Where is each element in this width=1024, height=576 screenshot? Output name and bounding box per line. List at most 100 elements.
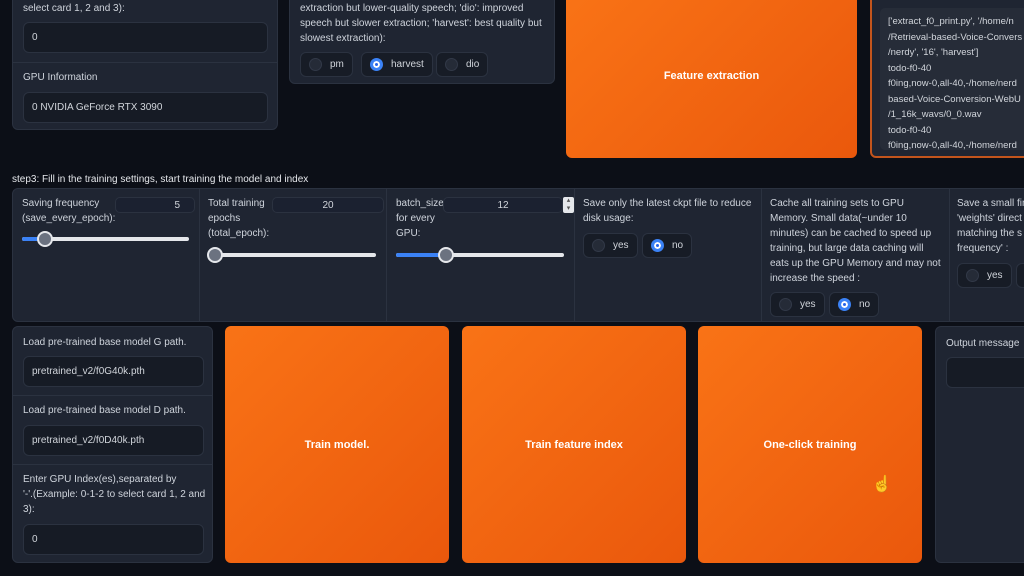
radio-dot	[779, 298, 792, 311]
output-line: todo-f0-40	[888, 124, 932, 136]
gpu-index-input[interactable]: 0	[23, 524, 204, 555]
output-line: f0ing,now-0,all-40,-/home/nerd	[888, 78, 1017, 89]
label-line: Total training	[208, 198, 265, 209]
radio-label: harvest	[391, 59, 424, 70]
g-path-input[interactable]: pretrained_v2/f0G40k.pth	[23, 356, 204, 387]
radio-label: no	[859, 299, 871, 310]
label-line: Memory. Small data(~under 10	[770, 213, 907, 224]
cache-gpu-no[interactable]: no	[829, 292, 880, 317]
output-line: ['extract_f0_print.py', '/home/n	[888, 16, 1014, 27]
total-epoch-setting: Total training epochs (total_epoch): 20	[200, 188, 387, 322]
label-line: disk usage:	[583, 213, 634, 224]
one-click-training-button[interactable]: One-click training	[698, 326, 922, 563]
save-frequency-input[interactable]: 5	[115, 197, 195, 213]
extract-output-text[interactable]: ['extract_f0_print.py', '/home/n /Retrie…	[880, 8, 1024, 150]
output-message-box[interactable]	[946, 357, 1024, 388]
batch-size-setting: batch_sizefor every GPU: 12 ▴ ▾	[387, 188, 575, 322]
f0-method-panel: extraction but lower-quality speech; 'di…	[289, 0, 555, 84]
step3-title: step3: Fill in the training settings, st…	[12, 174, 309, 185]
feature-extraction-button[interactable]: Feature extraction	[566, 0, 857, 158]
output-line: /nerdy', '16', 'harvest']	[888, 47, 979, 58]
label-line: Save only the latest ckpt file to reduce	[583, 198, 752, 209]
d-path-label: Load pre-trained base model D path.	[23, 405, 186, 416]
batch-size-slider[interactable]	[396, 247, 564, 263]
radio-dot	[966, 269, 979, 282]
output-line: /1_16k_wavs/0_0.wav	[888, 109, 982, 120]
extract-output-box: ['extract_f0_print.py', '/home/n /Retrie…	[870, 0, 1024, 158]
setting-label: Cache all training sets to GPU Memory. Sm…	[770, 196, 941, 286]
divider	[13, 464, 212, 465]
label-line: GPU:	[396, 228, 421, 239]
label-line: '-'.(Example: 0-1-2 to select card 1, 2 …	[23, 489, 206, 500]
setting-label: Total training epochs (total_epoch):	[208, 196, 269, 241]
radio-dio[interactable]: dio	[436, 52, 489, 77]
label-line: for every	[396, 213, 435, 224]
label-line: Enter GPU Index(es),separated by	[23, 474, 177, 485]
g-path-label: Load pre-trained base model G path.	[23, 337, 187, 348]
gpu-info-field[interactable]: 0 NVIDIA GeForce RTX 3090	[23, 92, 268, 123]
gpu-index-input[interactable]: 0	[23, 22, 268, 53]
save-frequency-slider[interactable]	[22, 231, 189, 247]
f0-desc-line: slowest extraction):	[300, 33, 386, 44]
total-epoch-slider[interactable]	[206, 247, 376, 263]
slider-thumb[interactable]	[206, 247, 223, 263]
output-line: f0ing,now-0,all-40,-/home/nerd	[888, 140, 1017, 150]
output-message-panel: Output message	[935, 326, 1024, 563]
f0-desc-line: speech but slower extraction; 'harvest':…	[300, 18, 542, 29]
output-line: todo-f0-40	[888, 62, 932, 74]
label-line: matching the s	[957, 228, 1023, 239]
setting-label: Save a small fin 'weights' direct matching…	[957, 196, 1024, 256]
slider-thumb[interactable]	[438, 247, 455, 263]
radio-label: pm	[330, 59, 344, 70]
save-latest-no[interactable]: no	[642, 233, 693, 258]
train-model-button[interactable]: Train model.	[225, 326, 449, 563]
save-latest-yes[interactable]: yes	[583, 233, 638, 258]
output-line: /Retrieval-based-Voice-Convers	[888, 31, 1023, 43]
radio-label: no	[672, 240, 684, 251]
label-line: Saving frequency	[22, 198, 100, 209]
hand-cursor-icon: ☝	[872, 476, 892, 493]
label-line: 3):	[23, 504, 35, 515]
gpu-info-label: GPU Information	[23, 72, 98, 83]
radio-label: yes	[987, 270, 1003, 281]
output-message-label: Output message	[946, 338, 1020, 349]
label-line: 'weights' direct	[957, 213, 1022, 224]
label-line: frequency' :	[957, 243, 1009, 254]
radio-pm[interactable]: pm	[300, 52, 353, 77]
cache-gpu-yes[interactable]: yes	[770, 292, 825, 317]
save-frequency-setting: Saving frequency (save_every_epoch): 5	[12, 188, 200, 322]
radio-dot	[651, 239, 664, 252]
radio-dot	[370, 58, 383, 71]
radio-dot	[838, 298, 851, 311]
label-line: eats up the GPU Memory and may not	[770, 258, 941, 269]
gpu-index-label: select card 1, 2 and 3):	[23, 3, 125, 14]
save-latest-setting: Save only the latest ckpt file to reduce…	[575, 188, 762, 322]
stepper-icon[interactable]: ▴ ▾	[563, 197, 574, 213]
f0-desc-line: extraction but lower-quality speech; 'di…	[300, 3, 524, 14]
slider-thumb[interactable]	[37, 231, 54, 247]
radio-label: dio	[466, 59, 480, 70]
total-epoch-input[interactable]: 20	[272, 197, 384, 213]
save-small-yes[interactable]: yes	[957, 263, 1012, 288]
label-line: batch_size	[396, 198, 444, 209]
cache-gpu-setting: Cache all training sets to GPU Memory. Sm…	[762, 188, 950, 322]
save-small-no[interactable]	[1016, 263, 1024, 288]
pretrained-panel: Load pre-trained base model G path. pret…	[12, 326, 213, 563]
d-path-input[interactable]: pretrained_v2/f0D40k.pth	[23, 425, 204, 456]
radio-dot	[309, 58, 322, 71]
save-small-setting: Save a small fin 'weights' direct matching…	[950, 188, 1024, 322]
label-line: training, but large data caching will	[770, 243, 924, 254]
divider	[13, 62, 277, 63]
train-feature-index-button[interactable]: Train feature index	[462, 326, 686, 563]
label-line: Save a small fin	[957, 198, 1024, 209]
setting-label: Saving frequency (save_every_epoch):	[22, 196, 115, 226]
label-line: increase the speed :	[770, 273, 861, 284]
radio-harvest[interactable]: harvest	[361, 52, 433, 77]
setting-label: batch_sizefor every GPU:	[396, 196, 444, 241]
radio-label: yes	[800, 299, 816, 310]
label-line: minutes) can be cached to speed up	[770, 228, 932, 239]
label-line: (total_epoch):	[208, 228, 270, 239]
radio-label: yes	[613, 240, 629, 251]
gpu-panel: select card 1, 2 and 3): 0 GPU Informati…	[12, 0, 278, 130]
batch-size-input[interactable]: 12	[443, 197, 563, 213]
